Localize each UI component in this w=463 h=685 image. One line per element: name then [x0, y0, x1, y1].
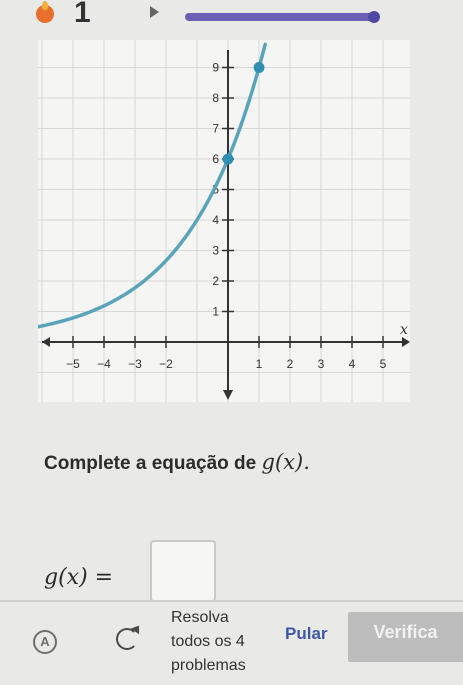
- exponential-graph: −5 −4 −3 −2 1 2 3 4 5123456789x: [34, 36, 410, 434]
- y-axis-arrow-down: [223, 390, 233, 400]
- progress-knob: [368, 11, 380, 23]
- graph-panel: −5 −4 −3 −2 1 2 3 4 5 1 2 3 4 5 6 7 8 9 x: [34, 36, 410, 434]
- x-tick-label: 5: [380, 357, 387, 371]
- restart-icon[interactable]: [116, 628, 138, 650]
- footer-divider: [0, 600, 463, 602]
- resolve-text: Resolva todos os 4 problemas: [171, 606, 246, 678]
- curve-point: [253, 62, 265, 73]
- y-tick-label: 7: [212, 122, 219, 136]
- y-tick-label: 8: [212, 91, 219, 105]
- answer-input[interactable]: [150, 540, 216, 602]
- x-axis-label: x: [400, 322, 408, 338]
- skip-button[interactable]: Pular: [285, 624, 328, 644]
- question-text: Complete a equação de: [44, 453, 262, 474]
- hint-a-icon[interactable]: A: [33, 630, 57, 654]
- x-tick-label: 2: [287, 357, 294, 371]
- question-math: g(x).: [261, 450, 310, 474]
- check-button[interactable]: Verifica: [348, 612, 463, 662]
- y-tick-label: 3: [212, 244, 219, 258]
- x-axis-arrow-right: [402, 337, 410, 347]
- x-tick-label: 1: [256, 357, 263, 371]
- progress-bar: [185, 13, 375, 21]
- top-bar: 1: [0, 0, 463, 32]
- streak-icon: [36, 1, 54, 23]
- y-tick-label: 2: [212, 274, 219, 288]
- resolve-line: todos os 4: [171, 633, 245, 650]
- curve-point: [222, 153, 234, 165]
- x-tick-label: −3: [128, 357, 142, 371]
- exponential-curve: [34, 42, 267, 329]
- y-tick-label: 9: [212, 61, 219, 75]
- y-tick-label: 4: [212, 213, 219, 227]
- x-axis-arrow-left: [42, 337, 50, 347]
- play-icon[interactable]: [150, 6, 159, 18]
- question-prompt: Complete a equação de g(x).: [44, 450, 310, 475]
- resolve-line: Resolva: [171, 609, 229, 626]
- y-tick-label: 1: [212, 305, 219, 319]
- x-tick-label: −2: [159, 357, 173, 371]
- y-tick-label: 6: [212, 152, 219, 166]
- resolve-line: problemas: [171, 657, 246, 674]
- x-tick-label: −5: [66, 357, 80, 371]
- streak-count: 1: [74, 0, 91, 29]
- x-tick-label: −4: [97, 357, 111, 371]
- x-tick-label: 3: [318, 357, 325, 371]
- answer-label: g(x) =: [44, 565, 114, 590]
- x-tick-label: 4: [349, 357, 356, 371]
